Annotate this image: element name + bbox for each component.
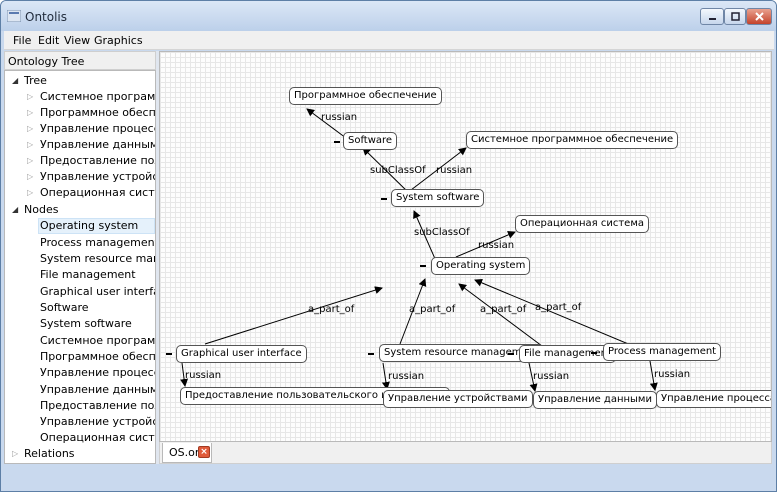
- window-title: Ontolis: [25, 10, 68, 24]
- node-item-selected[interactable]: Operating system: [38, 218, 155, 234]
- edge-label: russian: [388, 371, 425, 382]
- node-item[interactable]: File management: [40, 267, 136, 283]
- close-button[interactable]: [746, 8, 772, 25]
- node-item[interactable]: Программное обеспечен...: [40, 349, 155, 365]
- node-srm-ru[interactable]: Управление устройствами: [383, 390, 533, 408]
- collapse-icon[interactable]: [508, 353, 514, 355]
- close-icon[interactable]: ×: [198, 446, 210, 458]
- node-sys-prog-obesp[interactable]: Системное программное обеспечение: [466, 131, 679, 149]
- collapsed-arrow-icon[interactable]: ▷: [27, 185, 33, 201]
- menu-edit[interactable]: Edit: [38, 34, 59, 47]
- close-icon: [754, 12, 764, 21]
- node-file-ru[interactable]: Управление данными: [533, 391, 657, 409]
- collapse-icon[interactable]: [420, 265, 426, 267]
- node-gui[interactable]: Graphical user interface: [176, 345, 307, 363]
- tree-group-relations[interactable]: Relations: [24, 446, 75, 462]
- collapse-icon[interactable]: [381, 198, 387, 200]
- node-file-management[interactable]: File management: [519, 345, 616, 363]
- edge-gui-os: [204, 286, 383, 345]
- graph-edges: [180, 108, 658, 392]
- collapsed-arrow-icon[interactable]: ▷: [12, 446, 18, 462]
- edge-label: a_part_of: [308, 304, 355, 315]
- node-item[interactable]: Graphical user interface: [40, 284, 155, 300]
- node-process-management[interactable]: Process management: [603, 343, 722, 361]
- graph-canvas[interactable]: Программное обеспечение Software Системн…: [159, 51, 772, 442]
- tree-item[interactable]: Управление процессами: [40, 121, 155, 137]
- menu-file[interactable]: File: [13, 34, 31, 47]
- edge-label: a_part_of: [535, 302, 582, 313]
- edge-label: russian: [654, 369, 691, 380]
- collapse-icon[interactable]: [591, 352, 597, 354]
- node-software[interactable]: Software: [343, 132, 398, 150]
- collapsed-arrow-icon[interactable]: ▷: [27, 137, 33, 153]
- node-item[interactable]: Управление данными: [40, 382, 155, 398]
- edge-label: a_part_of: [480, 304, 527, 315]
- tree-item[interactable]: Управление данными: [40, 137, 155, 153]
- edge-label: subClassOf: [414, 227, 470, 238]
- collapse-icon[interactable]: [166, 353, 172, 355]
- tree-item[interactable]: Операционная система: [40, 185, 155, 201]
- node-operating-system[interactable]: Operating system: [431, 257, 531, 275]
- node-item[interactable]: Управление устройствами: [40, 414, 155, 430]
- node-item[interactable]: System resource manage...: [40, 251, 155, 267]
- expanded-arrow-icon[interactable]: ◢: [12, 202, 18, 218]
- collapsed-arrow-icon[interactable]: ▷: [27, 89, 33, 105]
- collapsed-arrow-icon[interactable]: ▷: [27, 169, 33, 185]
- expanded-arrow-icon[interactable]: ◢: [12, 73, 18, 89]
- edge-srm-russian: [381, 362, 390, 390]
- maximize-button[interactable]: [724, 8, 746, 25]
- title-bar: Ontolis: [1, 1, 776, 31]
- menu-bar: File Edit View Graphics: [4, 31, 774, 50]
- tree-item[interactable]: Управление устройствами: [40, 169, 155, 185]
- edge-label: a_part_of: [409, 304, 456, 315]
- edge-label: russian: [321, 112, 358, 123]
- collapsed-arrow-icon[interactable]: ▷: [27, 105, 33, 121]
- restore-icon: [730, 12, 740, 21]
- minimize-button[interactable]: [700, 8, 724, 25]
- node-item[interactable]: Предоставление пользов...: [40, 398, 155, 414]
- node-prog-obesp[interactable]: Программное обеспечение: [289, 87, 442, 105]
- menu-graphics[interactable]: Graphics: [94, 34, 143, 47]
- tab-os-ont[interactable]: OS.ont ×: [162, 443, 212, 463]
- tree-item[interactable]: Системное программное...: [40, 89, 155, 105]
- ontology-tree-header: Ontology Tree: [4, 51, 156, 70]
- status-bar: [4, 466, 774, 490]
- node-item[interactable]: Software: [40, 300, 89, 316]
- collapse-icon[interactable]: [368, 353, 374, 355]
- node-op-sys-ru[interactable]: Операционная система: [515, 215, 650, 233]
- edge-label: russian: [436, 165, 473, 176]
- app-window: Ontolis File Edit View Graphics Ontology…: [0, 0, 777, 492]
- tree-item[interactable]: Предоставление пользов...: [40, 153, 155, 169]
- node-item[interactable]: Операционная система: [40, 430, 155, 446]
- menu-view[interactable]: View: [64, 34, 90, 47]
- edge-label: russian: [185, 370, 222, 381]
- node-proc-ru[interactable]: Управление процессами: [656, 390, 771, 408]
- tree-group-nodes[interactable]: Nodes: [24, 202, 58, 218]
- node-item[interactable]: Process management: [40, 235, 155, 251]
- document-tab-bar: OS.ont ×: [159, 442, 772, 464]
- node-item[interactable]: System software: [40, 316, 132, 332]
- tree-item[interactable]: Программное обеспечен...: [40, 105, 155, 121]
- tree-group-tree[interactable]: Tree: [24, 73, 47, 89]
- app-icon: [7, 10, 21, 22]
- ontology-tree-panel[interactable]: ◢ Tree ▷ Системное программное... ▷ Прог…: [4, 70, 156, 464]
- edge-label: russian: [478, 240, 515, 251]
- edge-file-os: [458, 283, 543, 347]
- collapsed-arrow-icon[interactable]: ▷: [27, 153, 33, 169]
- collapse-icon[interactable]: [334, 141, 340, 143]
- collapsed-arrow-icon[interactable]: ▷: [27, 121, 33, 137]
- edge-label: subClassOf: [370, 165, 426, 176]
- minimize-icon: [708, 18, 716, 20]
- node-item[interactable]: Управление процессами: [40, 365, 155, 381]
- node-system-software[interactable]: System software: [391, 189, 485, 207]
- node-item[interactable]: Системное программное...: [40, 333, 155, 349]
- edge-label: russian: [533, 371, 570, 382]
